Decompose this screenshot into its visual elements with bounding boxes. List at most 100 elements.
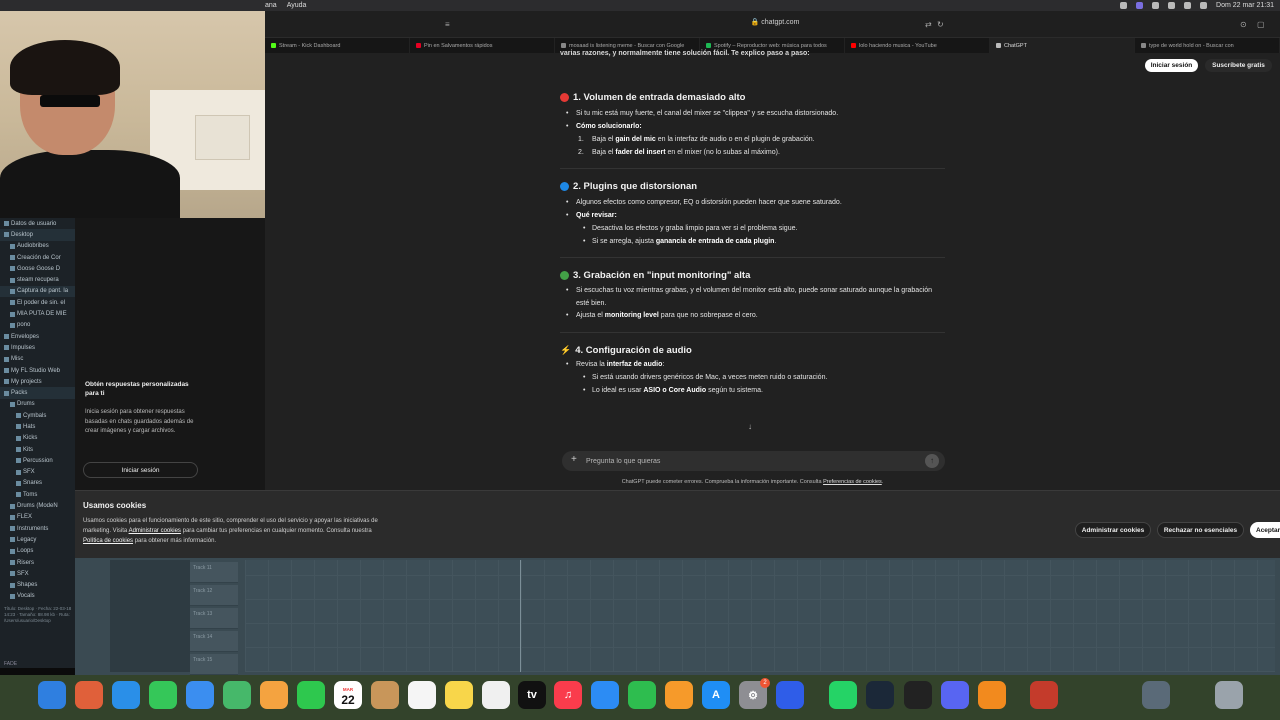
fl-browser-item[interactable]: steam recupera	[0, 274, 75, 285]
fl-browser-item[interactable]: Goose Goose D	[0, 263, 75, 274]
search-icon[interactable]	[1184, 2, 1192, 9]
dock-safari-icon[interactable]	[112, 681, 140, 709]
fl-browser-item[interactable]: Toms	[0, 489, 75, 500]
address-bar[interactable]: 🔒 chatgpt.com	[685, 18, 865, 32]
fl-browser-item[interactable]: Audiobribes	[0, 241, 75, 252]
fl-browser-item[interactable]: El poder de sin. el	[0, 297, 75, 308]
fl-browser-item[interactable]: Impulses	[0, 342, 75, 353]
fl-browser-item[interactable]: Risers	[0, 557, 75, 568]
dock-steam-icon[interactable]	[866, 681, 894, 709]
tabs-overview-icon[interactable]: ▢	[1257, 20, 1265, 29]
fl-browser-item[interactable]: My projects	[0, 376, 75, 387]
status-icon[interactable]	[1136, 2, 1144, 9]
dock-downloads-icon[interactable]	[1142, 681, 1170, 709]
dock-app-store-icon[interactable]: A	[702, 681, 730, 709]
prompt-input[interactable]	[586, 455, 906, 467]
dock-maps-icon[interactable]	[223, 681, 251, 709]
fl-browser-item[interactable]: My FL Studio Web	[0, 365, 75, 376]
dock-photos-icon[interactable]	[260, 681, 288, 709]
fl-browser-item[interactable]: Kicks	[0, 433, 75, 444]
fl-track-header[interactable]: Track 15	[190, 654, 238, 675]
dock-pages-icon[interactable]	[665, 681, 693, 709]
dock-music-icon[interactable]: ♫	[554, 681, 582, 709]
status-icon[interactable]	[1152, 2, 1160, 9]
fl-browser-item[interactable]: Drums (ModeN	[0, 500, 75, 511]
browser-tab[interactable]: ChatGPT	[990, 38, 1135, 53]
fl-browser-item[interactable]: Cymbals	[0, 410, 75, 421]
dock-reminders-icon[interactable]	[408, 681, 436, 709]
dock-launchpad-icon[interactable]	[75, 681, 103, 709]
fl-browser-item[interactable]: Instruments	[0, 523, 75, 534]
dock-keynote-icon[interactable]	[591, 681, 619, 709]
fl-browser-item[interactable]: Drums	[0, 399, 75, 410]
fl-browser-item[interactable]: Creación de Cor	[0, 252, 75, 263]
dock-finder-icon[interactable]	[38, 681, 66, 709]
control-center-icon[interactable]	[1200, 2, 1208, 9]
fl-browser-item[interactable]: Vocals	[0, 591, 75, 602]
menu-item[interactable]: ana	[265, 2, 277, 9]
dock-facetime-icon[interactable]	[297, 681, 325, 709]
fl-browser-item[interactable]: Desktop	[0, 229, 75, 241]
dock-whatsapp-icon[interactable]	[829, 681, 857, 709]
dock-apple-tv-icon[interactable]: tv	[518, 681, 546, 709]
menu-clock[interactable]: Dom 22 mar 21:31	[1216, 2, 1274, 9]
fl-browser-item[interactable]: Packs	[0, 387, 75, 399]
browser-tab[interactable]: type de world hold on - Buscar con	[1135, 38, 1280, 53]
browser-tab[interactable]: Stream - Kick Dashboard	[265, 38, 410, 53]
cookie-policy-link[interactable]: Política de cookies	[83, 538, 133, 544]
manage-cookies-link[interactable]: Administrar cookies	[129, 528, 181, 534]
cookie-preferences-link[interactable]: Preferencias de cookies	[823, 479, 882, 485]
dock-photo-booth-icon[interactable]	[1030, 681, 1058, 709]
fl-track-header[interactable]: Track 13	[190, 608, 238, 629]
status-icon[interactable]	[1120, 2, 1128, 9]
download-icon[interactable]: ⊙	[1240, 20, 1247, 29]
menu-item-ayuda[interactable]: Ayuda	[287, 2, 307, 9]
reader-icon[interactable]: ≡	[445, 20, 450, 29]
translate-icon[interactable]: ⇄	[925, 20, 932, 29]
scroll-down-button[interactable]: ↓	[748, 422, 752, 431]
dock-calendar-icon[interactable]: MAR 22	[334, 681, 362, 709]
dock-freeform-icon[interactable]	[482, 681, 510, 709]
fl-browser-item[interactable]: SFX	[0, 568, 75, 579]
fl-track-header[interactable]: Track 14	[190, 631, 238, 652]
fl-browser-item[interactable]: MIA PUTA DE MIE	[0, 308, 75, 319]
fl-track-header[interactable]: Track 12	[190, 585, 238, 606]
manage-cookies-button[interactable]: Administrar cookies	[1075, 522, 1151, 538]
fl-browser-item[interactable]: Loops	[0, 546, 75, 557]
fl-browser-item[interactable]: Legacy	[0, 534, 75, 545]
fl-browser-item[interactable]: Misc	[0, 354, 75, 365]
wifi-icon[interactable]	[1168, 2, 1176, 9]
fl-browser-item[interactable]: Shapes	[0, 580, 75, 591]
dock-messages-icon[interactable]	[149, 681, 177, 709]
dock-notes-icon[interactable]	[445, 681, 473, 709]
dock-numbers-icon[interactable]	[628, 681, 656, 709]
fl-browser-item[interactable]: Datos de usuario	[0, 218, 75, 229]
fl-browser-item[interactable]: Hats	[0, 421, 75, 432]
sidebar-login-button[interactable]: Iniciar sesión	[83, 462, 198, 478]
subscribe-button[interactable]: Suscríbete gratis	[1205, 59, 1272, 72]
fl-browser-item[interactable]: Snares	[0, 478, 75, 489]
fl-playhead[interactable]	[520, 560, 521, 672]
login-button[interactable]: Iniciar sesión	[1145, 59, 1198, 72]
fl-browser-item[interactable]: SFX	[0, 467, 75, 478]
accept-cookies-button[interactable]: Aceptar	[1250, 522, 1280, 538]
reject-cookies-button[interactable]: Rechazar no esenciales	[1157, 522, 1244, 538]
dock-obs-icon[interactable]	[904, 681, 932, 709]
send-icon[interactable]: ↑	[925, 454, 939, 468]
plus-icon[interactable]: +	[571, 454, 577, 465]
dock-teleprompter-icon[interactable]	[776, 681, 804, 709]
fl-browser-item[interactable]: Captura de pant. la	[0, 285, 75, 298]
fl-browser-item[interactable]: pono	[0, 320, 75, 331]
fl-playlist-grid[interactable]	[245, 560, 1275, 672]
fl-browser-item[interactable]: FLEX	[0, 512, 75, 523]
dock-contacts-icon[interactable]	[371, 681, 399, 709]
browser-tab[interactable]: Pin en Salvamentos rápidos	[410, 38, 555, 53]
fl-track-header[interactable]: Track 11	[190, 562, 238, 583]
fl-browser-item[interactable]: Envelopes	[0, 331, 75, 342]
dock-fl-studio-icon[interactable]	[978, 681, 1006, 709]
reload-icon[interactable]: ↻	[937, 20, 944, 29]
fl-browser-item[interactable]: Percussion	[0, 455, 75, 466]
dock-trash-icon[interactable]	[1215, 681, 1243, 709]
dock-discord-icon[interactable]	[941, 681, 969, 709]
dock-mail-icon[interactable]	[186, 681, 214, 709]
